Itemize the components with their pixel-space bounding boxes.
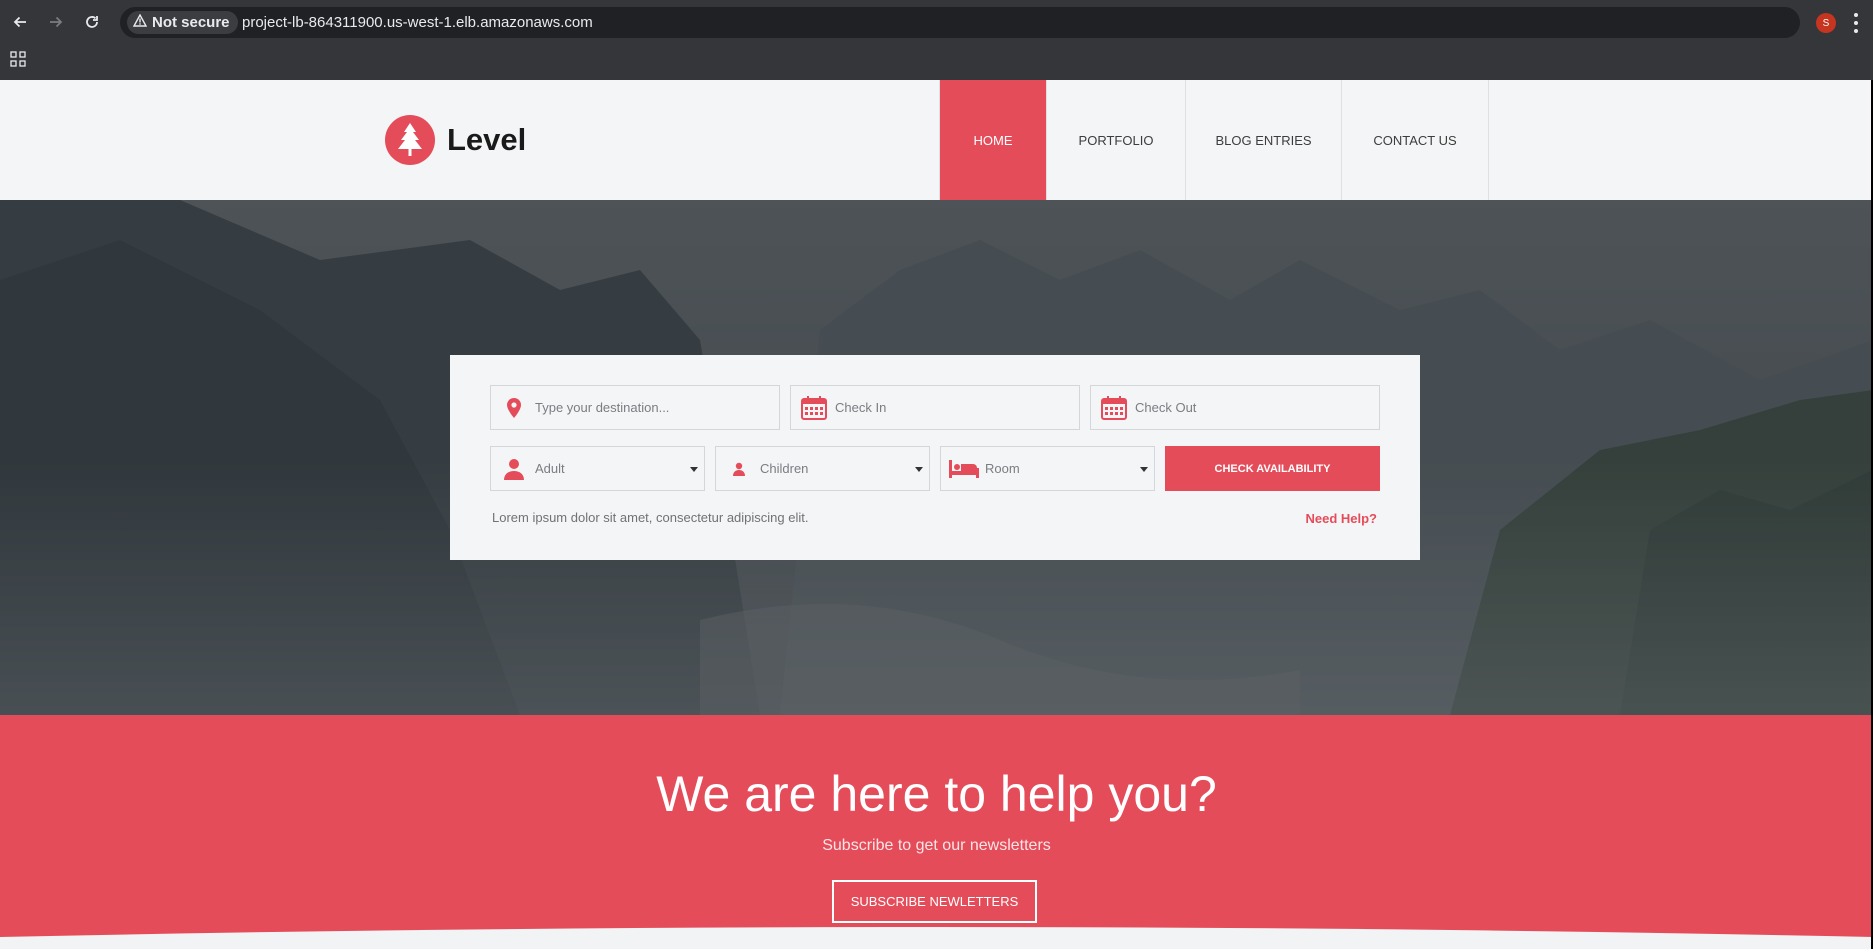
- newsletter-subtitle: Subscribe to get our newsletters: [822, 837, 1051, 854]
- tree-icon: [385, 115, 435, 165]
- child-icon: [722, 462, 756, 476]
- check-out-placeholder: Check Out: [1135, 400, 1197, 415]
- adult-label: Adult: [535, 461, 565, 476]
- kebab-menu-icon[interactable]: [1853, 13, 1859, 33]
- adult-select[interactable]: Adult: [490, 446, 705, 491]
- user-icon: [497, 458, 531, 480]
- children-label: Children: [760, 461, 809, 476]
- calendar-icon: [797, 395, 831, 420]
- booking-note: Lorem ipsum dolor sit amet, consectetur …: [492, 510, 809, 525]
- forward-arrow-icon[interactable]: [45, 11, 67, 33]
- nav-blog-entries[interactable]: BLOG ENTRIES: [1186, 80, 1342, 200]
- hero-section: Type your destination... Check In Check …: [0, 200, 1873, 715]
- children-select[interactable]: Children: [715, 446, 930, 491]
- profile-avatar[interactable]: S: [1816, 13, 1836, 33]
- reload-icon[interactable]: [81, 11, 103, 33]
- logo-text: Level: [447, 122, 527, 157]
- back-arrow-icon[interactable]: [9, 11, 31, 33]
- newsletter-section: We are here to help you? Subscribe to ge…: [0, 715, 1873, 949]
- main-nav: HOME PORTFOLIO BLOG ENTRIES CONTACT US: [939, 80, 1489, 200]
- newsletter-title: We are here to help you?: [656, 766, 1217, 822]
- security-chip[interactable]: Not secure: [127, 11, 238, 34]
- browser-toolbar: Not secure project-lb-864311900.us-west-…: [0, 0, 1873, 45]
- security-label: Not secure: [152, 14, 230, 31]
- website: Level HOME PORTFOLIO BLOG ENTRIES CONTAC…: [0, 80, 1873, 949]
- subscribe-button[interactable]: SUBSCRIBE NEWLETTERS: [832, 880, 1037, 923]
- site-logo[interactable]: Level: [385, 115, 526, 165]
- bed-icon: [947, 459, 981, 478]
- browser-chrome: Not secure project-lb-864311900.us-west-…: [0, 0, 1873, 80]
- address-bar[interactable]: Not secure project-lb-864311900.us-west-…: [120, 7, 1800, 38]
- booking-form: Type your destination... Check In Check …: [450, 355, 1420, 560]
- nav-home[interactable]: HOME: [940, 80, 1047, 200]
- destination-field[interactable]: Type your destination...: [490, 385, 780, 430]
- warning-icon: [132, 13, 148, 31]
- need-help-link[interactable]: Need Help?: [1305, 511, 1377, 526]
- chevron-down-icon: [1140, 467, 1148, 472]
- destination-placeholder: Type your destination...: [535, 400, 670, 415]
- apps-grid-icon[interactable]: [10, 51, 28, 69]
- url-text[interactable]: project-lb-864311900.us-west-1.elb.amazo…: [242, 14, 593, 31]
- nav-contact-us[interactable]: CONTACT US: [1342, 80, 1489, 200]
- check-in-placeholder: Check In: [835, 400, 887, 415]
- calendar-icon: [1097, 395, 1131, 420]
- map-pin-icon: [497, 397, 531, 418]
- site-header: Level HOME PORTFOLIO BLOG ENTRIES CONTAC…: [0, 80, 1873, 200]
- chevron-down-icon: [915, 467, 923, 472]
- wave-divider: [0, 927, 1873, 949]
- nav-portfolio[interactable]: PORTFOLIO: [1047, 80, 1186, 200]
- room-select[interactable]: Room: [940, 446, 1155, 491]
- check-availability-button[interactable]: CHECK AVAILABILITY: [1165, 446, 1380, 491]
- room-label: Room: [985, 461, 1020, 476]
- check-out-field[interactable]: Check Out: [1090, 385, 1380, 430]
- chevron-down-icon: [690, 467, 698, 472]
- check-in-field[interactable]: Check In: [790, 385, 1080, 430]
